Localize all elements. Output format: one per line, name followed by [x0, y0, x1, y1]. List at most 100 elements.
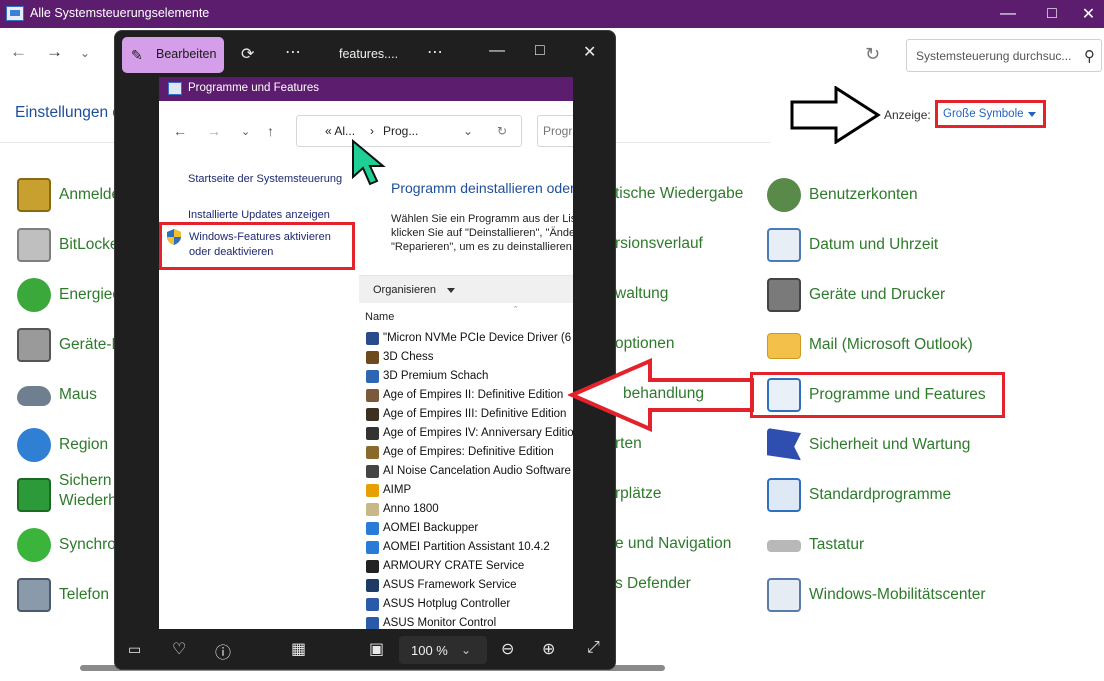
shot-titlebar: Programme und Features: [159, 77, 573, 101]
shot-breadcrumb-1: Al...: [334, 124, 356, 138]
black-arrow-annotation: [790, 86, 881, 144]
shot-forward-icon: →: [207, 123, 221, 139]
cp-item-defender[interactable]: s Defender: [615, 575, 691, 593]
credential-manager-icon: [17, 178, 51, 212]
program-name: "Micron NVMe PCIe Device Driver (6: [383, 332, 572, 344]
cp-item-autoplay[interactable]: tische Wiedergabe: [615, 185, 743, 203]
view-mode-dropdown[interactable]: Große Symbole: [935, 100, 1046, 128]
program-name: 3D Chess: [383, 351, 434, 363]
edit-button[interactable]: ✎ Bearbeiten: [122, 37, 224, 73]
program-icon: [366, 370, 379, 383]
program-name: AOMEI Partition Assistant 10.4.2: [383, 541, 550, 553]
program-icon: [366, 522, 379, 535]
programs-features-icon: [168, 82, 182, 95]
visual-search-icon[interactable]: ▦: [291, 639, 306, 659]
cp-item-label: Mail (Microsoft Outlook): [809, 336, 973, 353]
program-icon: [366, 408, 379, 421]
printer-icon: [767, 278, 801, 312]
minimize-icon[interactable]: —: [489, 42, 505, 60]
search-placeholder: Systemsteuerung durchsuc...: [916, 49, 1072, 63]
user-accounts-icon: [767, 178, 801, 212]
sort-arrow-icon: ˆ: [514, 305, 517, 315]
close-button[interactable]: ✕: [1073, 0, 1104, 28]
keyboard-icon: [767, 540, 801, 552]
zoom-in-icon[interactable]: ⊕: [542, 639, 555, 659]
search-icon[interactable]: ⚲: [1084, 47, 1095, 65]
more-options-icon-2[interactable]: ⋯: [427, 42, 443, 62]
program-icon: [366, 579, 379, 592]
edit-button-label: Bearbeiten: [156, 47, 217, 61]
program-name: Anno 1800: [383, 503, 439, 515]
forward-button[interactable]: →: [46, 42, 63, 62]
shot-side-home: Startseite der Systemsteuerung: [188, 173, 343, 185]
cp-item-label: Tastatur: [809, 536, 865, 553]
date-time-icon: [767, 228, 801, 262]
program-name: ASUS Monitor Control: [383, 617, 497, 629]
cp-item-label: Geräte und Drucker: [809, 286, 946, 303]
rotate-icon[interactable]: ⟳: [241, 44, 254, 64]
minimize-button[interactable]: —: [985, 0, 1031, 28]
recent-locations-button[interactable]: ⌄: [80, 46, 90, 60]
program-icon: [366, 389, 379, 402]
heart-icon[interactable]: ♡: [172, 639, 186, 659]
shot-main-title: Programm deinstallieren oder ändern: [391, 180, 573, 196]
program-icon: [366, 351, 379, 364]
program-name: AI Noise Cancelation Audio Software: [383, 465, 571, 477]
close-icon[interactable]: ✕: [583, 42, 596, 62]
programs-features-highlight: [750, 372, 1005, 418]
fit-to-window-icon[interactable]: ▣: [369, 639, 384, 659]
view-label: Anzeige:: [884, 108, 931, 122]
refresh-button[interactable]: ↻: [865, 44, 880, 65]
zoom-dropdown[interactable]: 100 % ⌄: [399, 636, 487, 664]
flag-icon: [767, 428, 801, 461]
program-name: AIMP: [383, 484, 412, 496]
program-name: Age of Empires IV: Anniversary Edition: [383, 427, 573, 439]
shot-side-updates: Installierte Updates anzeigen: [188, 209, 330, 221]
cp-item-label: Windows-Mobilitätscenter: [809, 586, 986, 603]
edit-icon: ✎: [131, 47, 143, 63]
zoom-out-icon[interactable]: ⊖: [501, 639, 514, 659]
program-icon: [366, 598, 379, 611]
zoom-value: 100 %: [411, 643, 448, 658]
mouse-icon: [17, 386, 51, 406]
cp-item-administration[interactable]: waltung: [615, 285, 668, 303]
chevron-down-icon: [447, 288, 455, 293]
program-icon: [366, 332, 379, 345]
shot-search-text: Progra: [543, 124, 573, 138]
view-mode-value: Große Symbole: [943, 108, 1024, 120]
back-button[interactable]: ←: [10, 42, 27, 62]
maximize-button[interactable]: □: [1029, 0, 1075, 28]
shot-desc-line2: klicken Sie auf "Deinstallieren", "Änder…: [391, 227, 573, 239]
window-titlebar: Alle Systemsteuerungselemente — □ ✕: [0, 0, 1104, 28]
search-input[interactable]: Systemsteuerung durchsuc... ⚲: [906, 39, 1102, 72]
chevron-down-icon: ⌄: [461, 643, 472, 657]
program-icon: [366, 503, 379, 516]
mobility-center-icon: [767, 578, 801, 612]
folder-icon: [767, 333, 801, 359]
shot-column-name: Name: [365, 311, 395, 323]
window-title: Alle Systemsteuerungselemente: [30, 6, 210, 20]
cp-item-label: Sicherheit und Wartung: [809, 436, 971, 453]
file-title: features....: [339, 47, 399, 61]
cp-item-navigation[interactable]: e und Navigation: [615, 535, 731, 553]
shot-address-bar: « Al... › Prog... ⌄ ↻: [296, 115, 522, 147]
cp-item-cards[interactable]: rten: [615, 435, 642, 453]
program-name: Age of Empires: Definitive Edition: [383, 446, 554, 458]
program-icon: [366, 465, 379, 478]
cp-item-troubleshooting-overlay[interactable]: behandlung: [623, 385, 704, 403]
program-icon: [366, 617, 379, 629]
shot-organize: Organisieren: [373, 284, 436, 296]
windows-features-link-line2: oder deaktivieren: [189, 246, 274, 258]
more-options-icon[interactable]: ⋯: [285, 42, 301, 62]
filmstrip-icon[interactable]: ▭: [128, 641, 141, 658]
info-icon[interactable]: ⓘ: [215, 639, 231, 663]
cp-item-file-history[interactable]: rsionsverlauf: [615, 235, 703, 253]
cp-item-options[interactable]: optionen: [615, 335, 674, 353]
cp-item-workspaces[interactable]: rplätze: [615, 485, 662, 503]
fullscreen-icon[interactable]: ⤢: [587, 639, 600, 657]
shot-toolbar: Organisieren: [359, 275, 573, 303]
maximize-icon[interactable]: □: [535, 42, 545, 60]
chevron-down-icon: [1028, 112, 1036, 117]
program-name: AOMEI Backupper: [383, 522, 479, 534]
cp-item-label: Datum und Uhrzeit: [809, 236, 939, 253]
